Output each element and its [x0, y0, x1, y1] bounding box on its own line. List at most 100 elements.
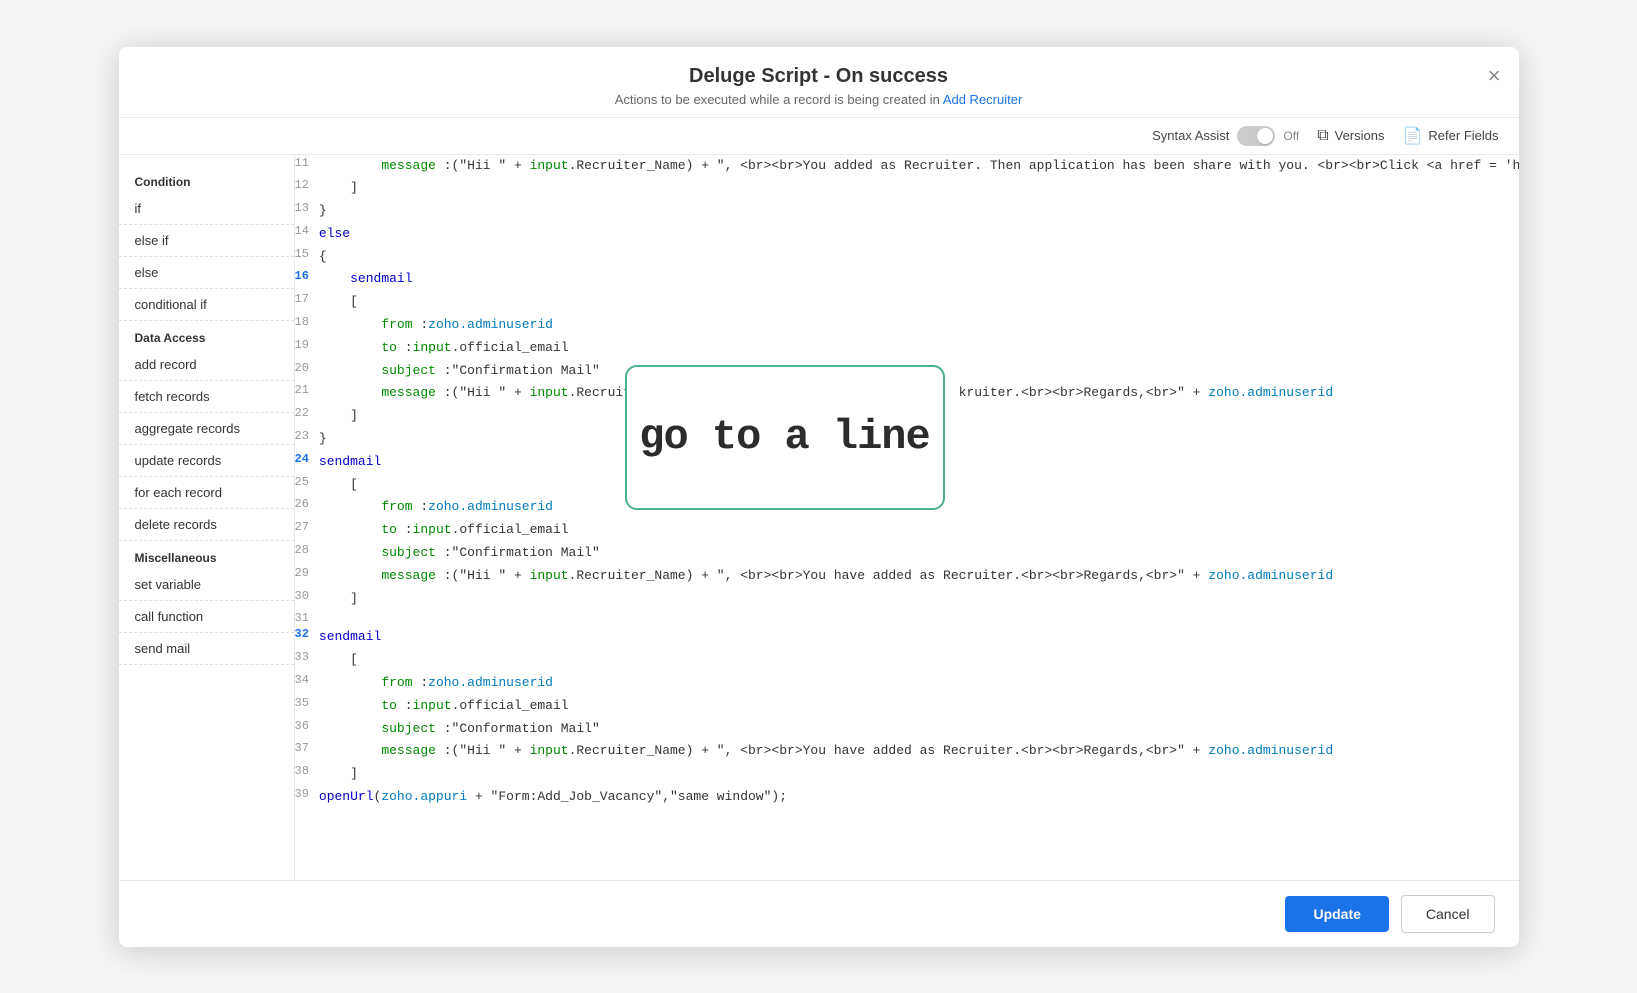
table-row: 37 message :("Hii " + input.Recruiter_Na… — [295, 740, 1519, 763]
line-number: 29 — [295, 565, 319, 588]
syntax-assist-control[interactable]: Syntax Assist Off — [1152, 126, 1299, 146]
sidebar-item-if[interactable]: if — [119, 193, 294, 225]
sidebar-item-fetch-records[interactable]: fetch records — [119, 381, 294, 413]
line-code: subject :"Confirmation Mail" — [319, 542, 1519, 565]
table-row: 30 ] — [295, 588, 1519, 611]
refer-fields-label: Refer Fields — [1428, 128, 1498, 143]
table-row: 32sendmail — [295, 626, 1519, 649]
line-number: 30 — [295, 588, 319, 611]
toolbar: Syntax Assist Off ⧉ Versions 📄 Refer Fie… — [119, 118, 1519, 155]
table-row: 36 subject :"Conformation Mail" — [295, 718, 1519, 741]
line-code: from :zoho.adminuserid — [319, 672, 1519, 695]
sidebar-item-delete-records[interactable]: delete records — [119, 509, 294, 541]
syntax-toggle[interactable] — [1237, 126, 1275, 146]
table-row: 27 to :input.official_email — [295, 519, 1519, 542]
line-code: [ — [319, 291, 1519, 314]
line-number: 33 — [295, 649, 319, 672]
line-number: 21 — [295, 382, 319, 405]
close-button[interactable]: × — [1488, 65, 1501, 87]
toggle-knob — [1257, 128, 1273, 144]
code-editor[interactable]: 11 message :("Hii " + input.Recruiter_Na… — [295, 155, 1519, 880]
table-row: 13} — [295, 200, 1519, 223]
line-code: sendmail — [319, 626, 1519, 649]
line-number: 39 — [295, 786, 319, 809]
sidebar-item-for-each-record[interactable]: for each record — [119, 477, 294, 509]
line-code: [ — [319, 649, 1519, 672]
toggle-state-label: Off — [1283, 129, 1299, 143]
table-row: 19 to :input.official_email — [295, 337, 1519, 360]
refer-fields-icon: 📄 — [1403, 126, 1423, 146]
modal-subtitle: Actions to be executed while a record is… — [143, 92, 1495, 107]
line-code: message :("Hii " + input.Recruiter_Name)… — [319, 740, 1519, 763]
table-row: 35 to :input.official_email — [295, 695, 1519, 718]
line-number: 19 — [295, 337, 319, 360]
line-number: 16 — [295, 268, 319, 291]
sidebar-item-else-if[interactable]: else if — [119, 225, 294, 257]
sidebar-item-conditional-if[interactable]: conditional if — [119, 289, 294, 321]
table-row: 31 — [295, 610, 1519, 626]
line-number: 36 — [295, 718, 319, 741]
update-button[interactable]: Update — [1285, 896, 1388, 932]
table-row: 12 ] — [295, 177, 1519, 200]
line-code: ] — [319, 177, 1519, 200]
sidebar-item-update-records[interactable]: update records — [119, 445, 294, 477]
line-number: 37 — [295, 740, 319, 763]
table-row: 33 [ — [295, 649, 1519, 672]
subtitle-text: Actions to be executed while a record is… — [615, 92, 940, 107]
table-row: 39openUrl(zoho.appuri + "Form:Add_Job_Va… — [295, 786, 1519, 809]
syntax-assist-label: Syntax Assist — [1152, 128, 1229, 143]
line-code: ] — [319, 588, 1519, 611]
sidebar-item-set-variable[interactable]: set variable — [119, 569, 294, 601]
table-row: 34 from :zoho.adminuserid — [295, 672, 1519, 695]
line-code: } — [319, 200, 1519, 223]
line-number: 15 — [295, 246, 319, 269]
line-number: 12 — [295, 177, 319, 200]
line-code — [319, 610, 1519, 626]
sidebar-item-add-record[interactable]: add record — [119, 349, 294, 381]
modal-title: Deluge Script - On success — [143, 65, 1495, 88]
misc-section-title: Miscellaneous — [119, 541, 294, 569]
versions-button[interactable]: ⧉ Versions — [1317, 127, 1384, 145]
line-code: message :("Hii " + input.Recruiter_Name)… — [319, 565, 1519, 588]
versions-label: Versions — [1335, 128, 1385, 143]
cancel-button[interactable]: Cancel — [1401, 895, 1495, 933]
data-access-section-title: Data Access — [119, 321, 294, 349]
table-row: 29 message :("Hii " + input.Recruiter_Na… — [295, 565, 1519, 588]
sidebar-item-aggregate-records[interactable]: aggregate records — [119, 413, 294, 445]
line-number: 38 — [295, 763, 319, 786]
sidebar-item-send-mail[interactable]: send mail — [119, 633, 294, 665]
line-code: { — [319, 246, 1519, 269]
modal-footer: Update Cancel — [119, 880, 1519, 947]
table-row: 14else — [295, 223, 1519, 246]
versions-icon: ⧉ — [1317, 127, 1328, 145]
line-number: 13 — [295, 200, 319, 223]
refer-fields-button[interactable]: 📄 Refer Fields — [1403, 126, 1499, 146]
line-code: subject :"Conformation Mail" — [319, 718, 1519, 741]
line-code: to :input.official_email — [319, 695, 1519, 718]
line-number: 26 — [295, 496, 319, 519]
sidebar-item-else[interactable]: else — [119, 257, 294, 289]
table-row: 28 subject :"Confirmation Mail" — [295, 542, 1519, 565]
overlay-text: go to a line — [639, 413, 929, 461]
line-code: message :("Hii " + input.Recruiter_Name)… — [319, 155, 1519, 178]
line-number: 18 — [295, 314, 319, 337]
line-code: sendmail — [319, 268, 1519, 291]
line-number: 28 — [295, 542, 319, 565]
subtitle-link[interactable]: Add Recruiter — [943, 92, 1022, 107]
condition-section-title: Condition — [119, 165, 294, 193]
line-code: ] — [319, 763, 1519, 786]
line-number: 24 — [295, 451, 319, 474]
line-number: 14 — [295, 223, 319, 246]
sidebar-item-call-function[interactable]: call function — [119, 601, 294, 633]
line-code: openUrl(zoho.appuri + "Form:Add_Job_Vaca… — [319, 786, 1519, 809]
modal-container: Deluge Script - On success Actions to be… — [119, 47, 1519, 947]
line-number: 23 — [295, 428, 319, 451]
main-content: Condition if else if else conditional if… — [119, 155, 1519, 880]
line-number: 35 — [295, 695, 319, 718]
line-code: from :zoho.adminuserid — [319, 314, 1519, 337]
line-number: 20 — [295, 360, 319, 383]
sidebar: Condition if else if else conditional if… — [119, 155, 295, 880]
line-number: 34 — [295, 672, 319, 695]
modal-header: Deluge Script - On success Actions to be… — [119, 47, 1519, 118]
line-number: 22 — [295, 405, 319, 428]
